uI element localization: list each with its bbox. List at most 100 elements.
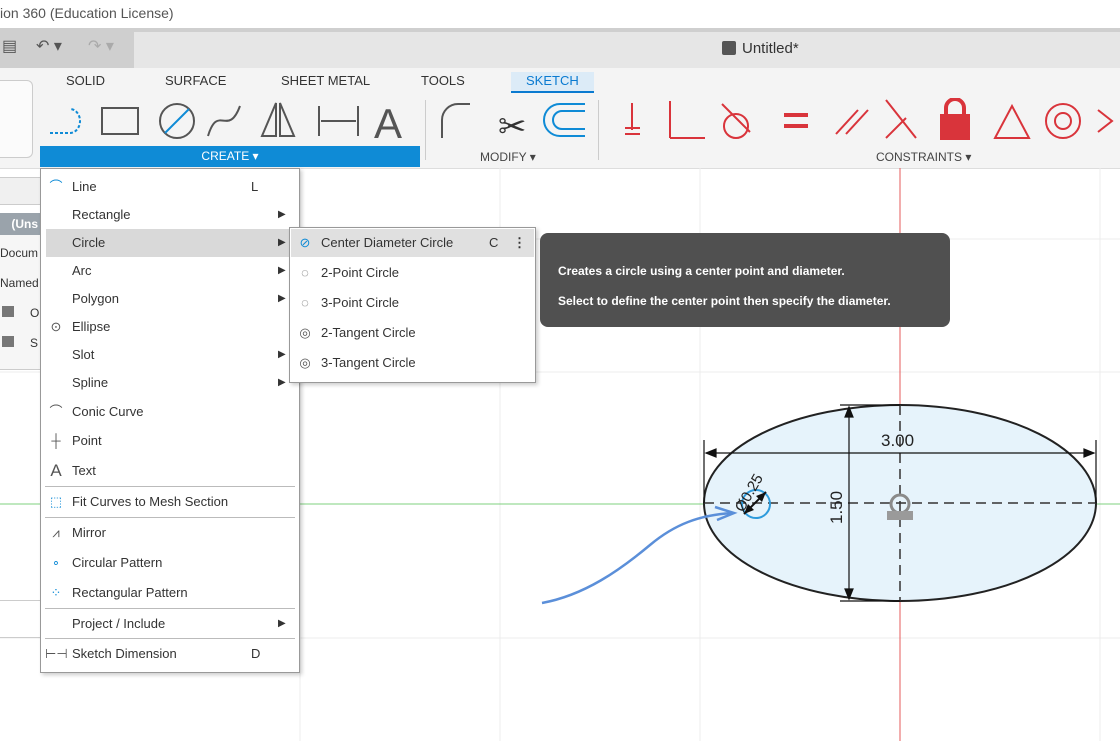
toolbar-separator [598,100,599,160]
modify-panel-button[interactable]: MODIFY ▾ [480,150,536,164]
perpendicular-constraint-icon[interactable] [669,101,705,139]
annotation-arrowhead [714,505,738,522]
menu-item-center-diameter-circle[interactable]: ⊘ Center Diameter Circle C ⋮ [291,229,534,257]
dimension-tool-icon[interactable] [318,106,359,136]
menu-item-mirror[interactable]: ⩘ Mirror [41,519,299,547]
menu-item-3-tangent-circle[interactable]: ◎ 3-Tangent Circle [291,349,534,377]
browser-item-named-views[interactable]: Named [0,276,39,290]
parallel-constraint-icon[interactable] [835,109,869,135]
menu-separator [45,486,295,487]
create-panel-button[interactable]: CREATE ▾ [40,146,420,167]
circular-pattern-icon: ∘ [51,555,61,570]
menu-item-arc[interactable]: Arc ▶ [41,257,299,285]
circle-tool-icon[interactable] [159,103,195,139]
menu-item-slot[interactable]: Slot ▶ [41,341,299,369]
text-icon: A [50,461,62,480]
height-dimension[interactable] [840,404,900,602]
line-tool-icon[interactable] [50,108,81,134]
menu-item-rectangle[interactable]: Rectangle ▶ [41,201,299,229]
ellipse-icon: ⊙ [50,319,62,334]
two-tangent-circle-icon: ◎ [299,325,311,340]
submenu-arrow-icon: ▶ [278,618,286,629]
text-tool-icon[interactable]: A [374,100,402,146]
tooltip-line-2: Select to define the center point then s… [558,294,891,308]
conic-curve-icon: ⌒ [49,404,63,419]
rectangle-tool-icon[interactable] [101,107,139,135]
workspace-switcher[interactable] [0,80,33,158]
tab-tools[interactable]: TOOLS [421,73,465,88]
three-point-circle-icon: ◌ [301,295,309,310]
menu-separator [45,638,295,639]
toolbar-icons: A ✂ [50,98,1114,146]
menu-item-fit-curves[interactable]: ⬚ Fit Curves to Mesh Section [41,488,299,516]
toolbar-separator [425,100,426,160]
three-tangent-circle-icon: ◎ [299,355,311,370]
tab-surface[interactable]: SURFACE [165,73,226,88]
fit-curves-icon: ⬚ [49,494,63,509]
menu-item-sketch-dimension[interactable]: ⊢⊣ Sketch Dimension D [41,640,299,668]
comments-panel[interactable] [0,600,40,638]
menu-item-conic-curve[interactable]: ⌒ Conic Curve [41,398,299,426]
browser-item-origin[interactable]: O [30,306,39,320]
menu-item-polygon[interactable]: Polygon ▶ [41,285,299,313]
spline-tool-icon[interactable] [207,105,241,137]
folder-icon [2,306,14,317]
trim-tool-icon[interactable]: ✂ [498,108,527,146]
fillet-tool-icon[interactable] [441,103,470,138]
submenu-arrow-icon: ▶ [278,349,286,360]
submenu-arrow-icon: ▶ [278,237,286,248]
sketch-dimension-icon: ⊢⊣ [45,646,68,661]
small-circle[interactable] [741,489,771,519]
menu-item-3-point-circle[interactable]: ◌ 3-Point Circle [291,289,534,317]
browser-header[interactable]: (Uns [0,213,40,235]
equal-constraint-icon[interactable] [784,113,808,128]
coincident-constraint-icon[interactable] [885,99,917,139]
annotation-arrow [541,511,733,605]
menu-item-rectangular-pattern[interactable]: ⁘ Rectangular Pattern [41,579,299,607]
create-menu: ⌒ Line L Rectangle ▶ Circle ▶ Arc ▶ Poly… [40,168,300,673]
menu-item-ellipse[interactable]: ⊙ Ellipse [41,313,299,341]
tab-sheet-metal[interactable]: SHEET METAL [281,73,370,88]
constraints-panel-button[interactable]: CONSTRAINTS ▾ [876,150,971,164]
offset-tool-icon[interactable] [543,103,585,137]
lock-constraint-icon[interactable] [940,98,970,140]
browser-toggle[interactable] [0,177,41,205]
menu-item-line[interactable]: ⌒ Line L [41,173,299,201]
browser-item-document-settings[interactable]: Docum [0,246,38,260]
submenu-arrow-icon: ▶ [278,265,286,276]
document-cube-icon [722,41,736,55]
sketch-ellipse[interactable] [703,404,1097,602]
height-dimension-label: 1.50 [827,491,846,524]
tangent-constraint-icon[interactable] [721,103,751,139]
more-options-icon[interactable]: ⋮ [513,229,526,257]
triangle-constraint-icon[interactable] [993,103,1031,139]
tab-sketch[interactable]: SKETCH [511,72,594,93]
menu-item-2-tangent-circle[interactable]: ◎ 2-Tangent Circle [291,319,534,347]
origin-icon [887,493,913,520]
point-icon: ┼ [51,433,61,448]
tooltip: Creates a circle using a center point an… [540,233,950,327]
tab-solid[interactable]: SOLID [66,73,105,88]
menu-item-text[interactable]: A Text [41,457,299,485]
menu-item-point[interactable]: ┼ Point [41,427,299,455]
tooltip-line-1: Creates a circle using a center point an… [558,264,845,278]
submenu-arrow-icon: ▶ [278,209,286,220]
diameter-arrow [743,491,767,515]
redo-icon[interactable]: ↷ ▾ [88,36,114,56]
undo-icon[interactable]: ↶ ▾ [36,36,62,56]
concentric-constraint-icon[interactable] [1045,103,1081,139]
save-icon[interactable]: ▤ [2,36,17,56]
browser-item-sketches[interactable]: S [30,336,38,350]
menu-item-project-include[interactable]: Project / Include ▶ [41,610,299,638]
line-icon: ⌒ [49,179,63,194]
menu-item-spline[interactable]: Spline ▶ [41,369,299,397]
more-constraint-icon[interactable] [1097,109,1114,133]
width-dimension-label: 3.00 [881,431,914,450]
fix-constraint-icon[interactable] [625,103,640,135]
menu-item-2-point-circle[interactable]: ◌ 2-Point Circle [291,259,534,287]
mirror-tool-icon[interactable] [260,102,296,137]
circle-dimension-label: Ø0.25 [732,471,767,515]
menu-item-circle[interactable]: Circle ▶ [46,229,298,257]
menu-item-circular-pattern[interactable]: ∘ Circular Pattern [41,549,299,577]
width-dimension[interactable] [703,440,1097,503]
